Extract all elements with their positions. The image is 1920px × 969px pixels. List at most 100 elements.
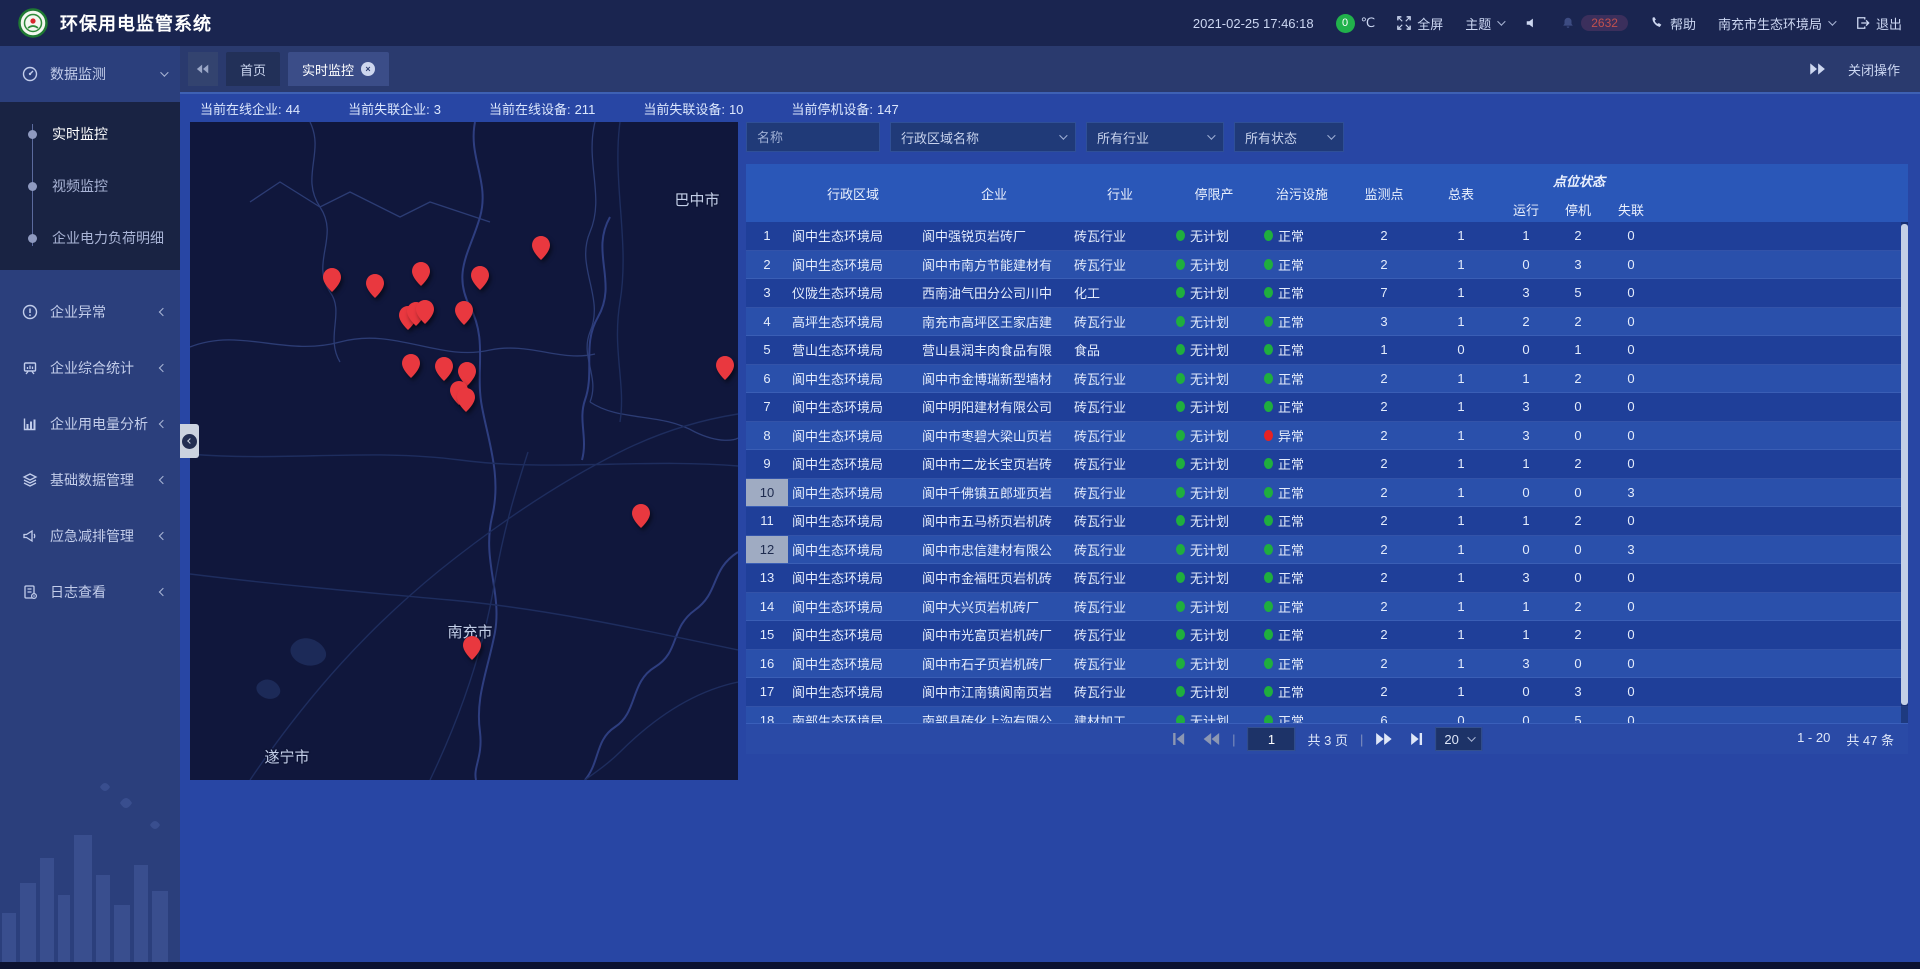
table-row[interactable]: 13阆中生态环境局阆中市金福旺页岩机砖砖瓦行业无计划正常21300 <box>746 564 1908 593</box>
map-pin[interactable] <box>457 388 475 412</box>
cell-region: 阆中生态环境局 <box>788 397 918 416</box>
close-tab-icon[interactable]: × <box>361 62 375 76</box>
map-pin[interactable] <box>632 504 650 528</box>
table-row[interactable]: 6阆中生态环境局阆中市金博瑞新型墙材砖瓦行业无计划正常21120 <box>746 365 1908 394</box>
cell-industry: 砖瓦行业 <box>1070 511 1170 530</box>
sidebar-item-enterprise-statistics[interactable]: 企业综合统计 <box>0 340 180 396</box>
table-row[interactable]: 5营山生态环境局营山县润丰肉食品有限食品无计划正常10010 <box>746 336 1908 365</box>
sidebar-item-log-view[interactable]: 日志查看 <box>0 564 180 620</box>
status-filter-select[interactable]: 所有状态 <box>1234 122 1344 152</box>
cell-lost: 0 <box>1604 513 1658 528</box>
table-row[interactable]: 16阆中生态环境局阆中市石子页岩机砖厂砖瓦行业无计划正常21300 <box>746 650 1908 679</box>
sidebar-item-enterprise-abnormal[interactable]: 企业异常 <box>0 284 180 340</box>
cell-company: 营山县润丰肉食品有限 <box>918 340 1070 359</box>
table-row[interactable]: 11阆中生态环境局阆中市五马桥页岩机砖砖瓦行业无计划正常21120 <box>746 507 1908 536</box>
cell-region: 阆中生态环境局 <box>788 654 918 673</box>
cell-industry: 砖瓦行业 <box>1070 255 1170 274</box>
table-row[interactable]: 3仪陇生态环境局西南油气田分公司川中化工无计划正常71350 <box>746 279 1908 308</box>
cell-monitor: 2 <box>1346 656 1422 671</box>
help-button[interactable]: 帮助 <box>1650 14 1696 33</box>
last-page-button[interactable] <box>1405 732 1423 746</box>
map-pin[interactable] <box>435 357 453 381</box>
next-page-button[interactable] <box>1375 732 1393 746</box>
table-row[interactable]: 17阆中生态环境局阆中市江南镇阆南页岩砖瓦行业无计划正常21030 <box>746 678 1908 707</box>
sidebar-collapse-button[interactable] <box>180 424 199 458</box>
cell-region: 高坪生态环境局 <box>788 312 918 331</box>
table-row[interactable]: 4高坪生态环境局南充市高坪区王家店建砖瓦行业无计划正常31220 <box>746 308 1908 337</box>
cell-lost: 0 <box>1604 314 1658 329</box>
table-row[interactable]: 12阆中生态环境局阆中市忠信建材有限公砖瓦行业无计划正常21003 <box>746 536 1908 565</box>
cell-region: 阆中生态环境局 <box>788 511 918 530</box>
sidebar-item-video-monitoring[interactable]: 视频监控 <box>0 160 180 212</box>
status-dot-icon <box>1176 458 1185 469</box>
stat-online-enterprises: 当前在线企业:44 <box>200 99 300 118</box>
status-dot-icon <box>1176 658 1185 669</box>
sound-button[interactable] <box>1525 16 1539 30</box>
org-dropdown[interactable]: 南充市生态环境局 <box>1718 14 1834 33</box>
name-filter-input[interactable] <box>746 122 880 152</box>
speaker-icon <box>1525 16 1539 30</box>
sidebar-item-base-data[interactable]: 基础数据管理 <box>0 452 180 508</box>
table-scrollbar[interactable] <box>1901 222 1908 723</box>
cell-monitor: 2 <box>1346 599 1422 614</box>
temperature-value: 0 <box>1336 14 1355 33</box>
cell-industry: 砖瓦行业 <box>1070 454 1170 473</box>
sidebar-item-data-monitoring[interactable]: 数据监测 <box>0 46 180 102</box>
sidebar-item-emergency-reduction[interactable]: 应急减排管理 <box>0 508 180 564</box>
table-row[interactable]: 18南部生态环境局南部县砖化上沟有限公建材加工无计划正常60050 <box>746 707 1908 724</box>
map-pin[interactable] <box>366 274 384 298</box>
theme-dropdown[interactable]: 主题 <box>1465 14 1503 33</box>
tab-home[interactable]: 首页 <box>226 52 280 86</box>
sidebar-item-power-analysis[interactable]: 企业用电量分析 <box>0 396 180 452</box>
map-canvas[interactable]: 巴中市南充市遂宁市 <box>190 122 738 780</box>
table-row[interactable]: 8阆中生态环境局阆中市枣碧大梁山页岩砖瓦行业无计划异常21300 <box>746 422 1908 451</box>
cell-meter: 0 <box>1422 713 1500 723</box>
table-row[interactable]: 9阆中生态环境局阆中市二龙长宝页岩砖砖瓦行业无计划正常21120 <box>746 450 1908 479</box>
cell-run: 0 <box>1500 684 1552 699</box>
close-operations-button[interactable]: 关闭操作 <box>1848 60 1900 79</box>
first-page-button[interactable] <box>1172 732 1190 746</box>
cell-company: 南充市高坪区王家店建 <box>918 312 1070 331</box>
tab-scroll-left-button[interactable] <box>188 52 218 86</box>
status-dot-icon <box>1176 544 1185 555</box>
notifications[interactable]: 2632 <box>1561 15 1628 31</box>
industry-filter-select[interactable]: 所有行业 <box>1086 122 1224 152</box>
prev-page-button[interactable] <box>1202 732 1220 746</box>
double-chevron-right-icon[interactable] <box>1808 62 1826 76</box>
region-filter-select[interactable]: 行政区域名称 <box>890 122 1076 152</box>
col-lost: 失联 <box>1604 200 1658 219</box>
table-row[interactable]: 14阆中生态环境局阆中大兴页岩机砖厂砖瓦行业无计划正常21120 <box>746 593 1908 622</box>
map-pin[interactable] <box>402 354 420 378</box>
map-pin[interactable] <box>412 262 430 286</box>
map-panel[interactable]: 巴中市南充市遂宁市 <box>190 122 738 780</box>
row-index: 17 <box>746 678 788 706</box>
cell-stop: 2 <box>1552 627 1604 642</box>
table-row[interactable]: 1阆中生态环境局阆中强锐页岩砖厂砖瓦行业无计划正常21120 <box>746 222 1908 251</box>
map-pin[interactable] <box>532 236 550 260</box>
cell-company: 阆中明阳建材有限公司 <box>918 397 1070 416</box>
fullscreen-button[interactable]: 全屏 <box>1397 14 1443 33</box>
sidebar-item-realtime-monitoring[interactable]: 实时监控 <box>0 108 180 160</box>
map-pin[interactable] <box>716 356 734 380</box>
tab-realtime-monitoring[interactable]: 实时监控 × <box>288 52 389 86</box>
col-industry: 行业 <box>1070 184 1170 203</box>
page-size-select[interactable]: 20 <box>1435 727 1481 751</box>
table-row[interactable]: 7阆中生态环境局阆中明阳建材有限公司砖瓦行业无计划正常21300 <box>746 393 1908 422</box>
status-dot-icon <box>1176 401 1185 412</box>
cell-company: 阆中市金福旺页岩机砖 <box>918 568 1070 587</box>
pagination-bar: | 共 3 页 | 20 1 - 20 <box>746 723 1908 754</box>
table-row[interactable]: 15阆中生态环境局阆中市光富页岩机砖厂砖瓦行业无计划正常21120 <box>746 621 1908 650</box>
sidebar-item-power-load-detail[interactable]: 企业电力负荷明细 <box>0 212 180 264</box>
cell-lost: 0 <box>1604 285 1658 300</box>
cell-stop-plan: 无计划 <box>1170 426 1258 445</box>
map-pin[interactable] <box>471 266 489 290</box>
table-row[interactable]: 2阆中生态环境局阆中市南方节能建材有砖瓦行业无计划正常21030 <box>746 251 1908 280</box>
cell-stop-plan: 无计划 <box>1170 397 1258 416</box>
cell-lost: 0 <box>1604 342 1658 357</box>
map-pin[interactable] <box>323 268 341 292</box>
scrollbar-thumb[interactable] <box>1901 224 1908 705</box>
map-pin[interactable] <box>455 301 473 325</box>
page-number-input[interactable] <box>1248 727 1296 751</box>
table-row[interactable]: 10阆中生态环境局阆中千佛镇五郎垭页岩砖瓦行业无计划正常21003 <box>746 479 1908 508</box>
logout-button[interactable]: 退出 <box>1856 14 1902 33</box>
